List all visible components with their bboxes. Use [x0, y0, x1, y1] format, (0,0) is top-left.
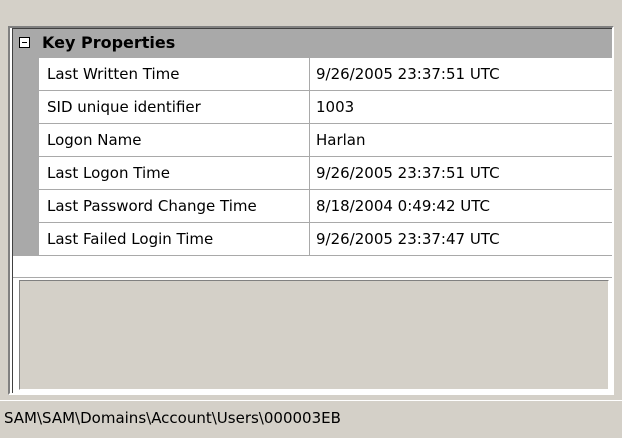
empty-row	[13, 256, 612, 278]
property-row[interactable]: Last Failed Login Time 9/26/2005 23:37:4…	[39, 223, 612, 256]
property-name[interactable]: SID unique identifier	[39, 91, 310, 124]
description-pane	[19, 280, 609, 390]
collapse-minus-icon[interactable]	[19, 37, 30, 48]
property-value[interactable]: 9/26/2005 23:37:47 UTC	[310, 223, 612, 256]
window-frame: Key Properties Last Written Time 9/26/20…	[0, 0, 622, 438]
category-gutter	[13, 58, 39, 256]
property-value[interactable]: 1003	[310, 91, 612, 124]
property-name[interactable]: Last Password Change Time	[39, 190, 310, 223]
property-name[interactable]: Last Written Time	[39, 58, 310, 91]
property-name[interactable]: Last Logon Time	[39, 157, 310, 190]
status-bar: SAM\SAM\Domains\Account\Users\000003EB	[0, 400, 622, 438]
property-row[interactable]: Last Logon Time 9/26/2005 23:37:51 UTC	[39, 157, 612, 190]
property-value[interactable]: 9/26/2005 23:37:51 UTC	[310, 58, 612, 91]
property-row[interactable]: Last Written Time 9/26/2005 23:37:51 UTC	[39, 58, 612, 91]
category-header[interactable]: Key Properties	[13, 29, 612, 58]
property-grid[interactable]: Key Properties Last Written Time 9/26/20…	[8, 26, 614, 395]
property-grid-body: Key Properties Last Written Time 9/26/20…	[12, 28, 612, 393]
property-row[interactable]: SID unique identifier 1003	[39, 91, 612, 124]
property-rows: Last Written Time 9/26/2005 23:37:51 UTC…	[39, 58, 612, 256]
property-value[interactable]: 9/26/2005 23:37:51 UTC	[310, 157, 612, 190]
property-value[interactable]: Harlan	[310, 124, 612, 157]
property-row[interactable]: Logon Name Harlan	[39, 124, 612, 157]
category-label: Key Properties	[42, 33, 176, 52]
status-path: SAM\SAM\Domains\Account\Users\000003EB	[4, 409, 341, 427]
property-name[interactable]: Logon Name	[39, 124, 310, 157]
property-value[interactable]: 8/18/2004 0:49:42 UTC	[310, 190, 612, 223]
property-row[interactable]: Last Password Change Time 8/18/2004 0:49…	[39, 190, 612, 223]
property-name[interactable]: Last Failed Login Time	[39, 223, 310, 256]
